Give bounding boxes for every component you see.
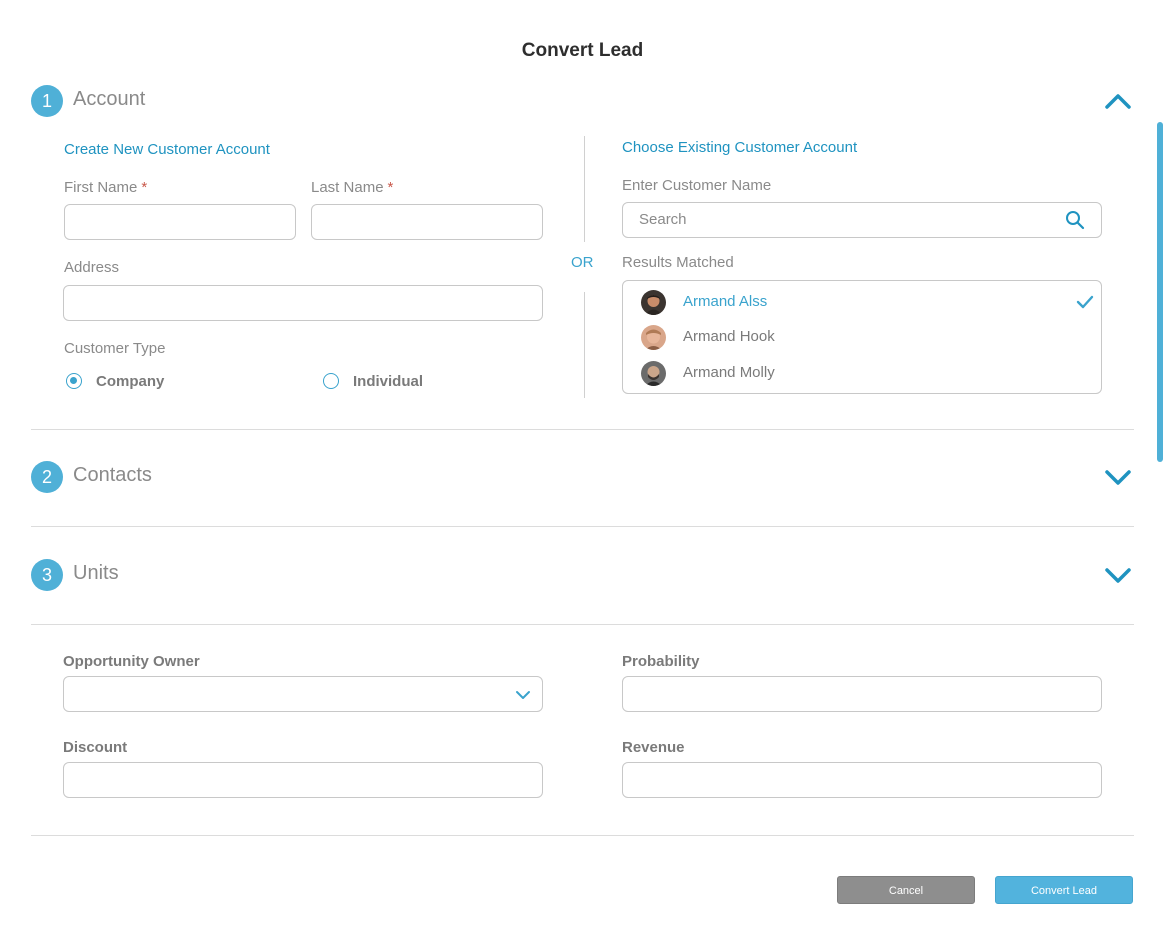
- chevron-up-icon[interactable]: [1104, 89, 1132, 113]
- discount-input[interactable]: [63, 762, 543, 798]
- customer-search-input[interactable]: Search: [622, 202, 1102, 238]
- or-divider-top: [584, 136, 585, 242]
- required-mark: *: [387, 179, 394, 196]
- step-number: 1: [31, 85, 63, 117]
- address-input[interactable]: [63, 285, 543, 321]
- address-label: Address: [64, 259, 120, 276]
- avatar: [641, 361, 666, 386]
- radio-individual-label[interactable]: Individual: [353, 373, 423, 390]
- opportunity-owner-select[interactable]: [63, 676, 543, 712]
- discount-label: Discount: [63, 739, 128, 756]
- probability-input[interactable]: [622, 676, 1102, 712]
- create-new-account-heading: Create New Customer Account: [64, 141, 270, 158]
- revenue-input[interactable]: [622, 762, 1102, 798]
- chevron-down-icon: [516, 691, 530, 699]
- dialog-title: Convert Lead: [521, 40, 644, 61]
- avatar: [641, 325, 666, 350]
- section-title: Contacts: [73, 464, 152, 486]
- last-name-label: Last Name *: [311, 179, 394, 196]
- section-title: Units: [73, 562, 119, 584]
- opportunity-owner-label: Opportunity Owner: [63, 653, 200, 670]
- section-title: Account: [73, 88, 146, 110]
- chevron-down-icon[interactable]: [1104, 465, 1132, 489]
- cancel-button[interactable]: Cancel: [837, 876, 975, 904]
- result-name: Armand Alss: [683, 293, 768, 310]
- section-contacts-header[interactable]: 2 Contacts: [31, 461, 1134, 493]
- last-name-input[interactable]: [311, 204, 543, 240]
- results-list: Armand Alss Armand Hook Armand Molly: [622, 280, 1102, 394]
- section-account-header[interactable]: 1 Account: [31, 85, 1134, 117]
- section-divider: [31, 835, 1134, 836]
- result-name: Armand Molly: [683, 364, 775, 381]
- probability-label: Probability: [622, 653, 700, 670]
- radio-company-label[interactable]: Company: [96, 373, 164, 390]
- section-divider: [31, 624, 1134, 625]
- customer-name-label: Enter Customer Name: [622, 177, 772, 194]
- check-icon: [1076, 295, 1094, 309]
- result-item[interactable]: Armand Hook: [641, 325, 1081, 351]
- revenue-label: Revenue: [622, 739, 685, 756]
- or-divider-bottom: [584, 292, 585, 398]
- radio-individual[interactable]: [323, 373, 339, 389]
- first-name-input[interactable]: [64, 204, 296, 240]
- result-name: Armand Hook: [683, 328, 775, 345]
- first-name-label: First Name *: [64, 179, 148, 196]
- section-divider: [31, 526, 1134, 527]
- customer-type-label: Customer Type: [64, 340, 166, 357]
- result-item[interactable]: Armand Molly: [641, 361, 1081, 387]
- avatar: [641, 290, 666, 315]
- convert-lead-button[interactable]: Convert Lead: [995, 876, 1133, 904]
- step-number: 3: [31, 559, 63, 591]
- required-mark: *: [141, 179, 148, 196]
- chevron-down-icon[interactable]: [1104, 563, 1132, 587]
- step-number: 2: [31, 461, 63, 493]
- search-placeholder: Search: [639, 211, 687, 228]
- section-units-header[interactable]: 3 Units: [31, 559, 1134, 591]
- radio-company[interactable]: [66, 373, 82, 389]
- or-text: OR: [571, 254, 594, 271]
- section-divider: [31, 429, 1134, 430]
- scrollbar[interactable]: [1157, 122, 1163, 462]
- choose-existing-heading: Choose Existing Customer Account: [622, 139, 858, 156]
- result-item[interactable]: Armand Alss: [641, 290, 1094, 316]
- search-icon[interactable]: [1065, 210, 1085, 230]
- results-matched-label: Results Matched: [622, 254, 734, 271]
